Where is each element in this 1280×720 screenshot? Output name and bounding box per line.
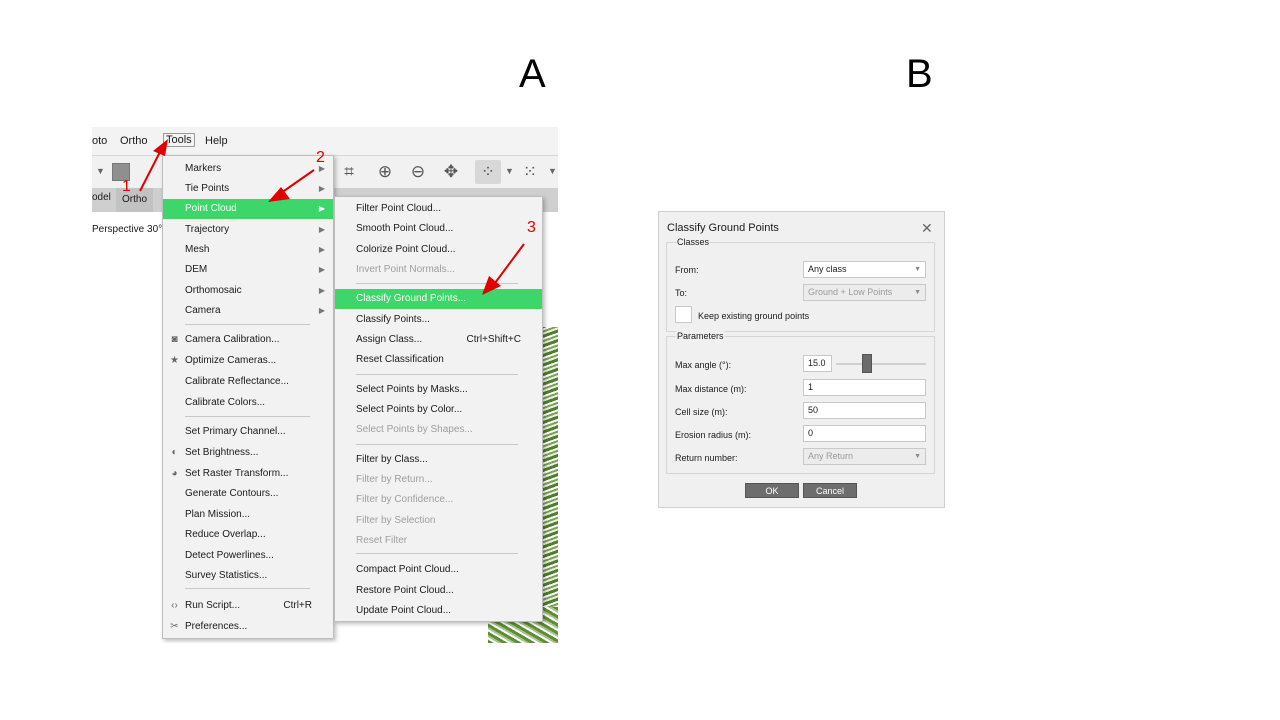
return-number-value: Any Return	[808, 451, 854, 461]
to-value: Ground + Low Points	[808, 287, 893, 297]
return-number-dropdown[interactable]: Any Return ▼	[803, 448, 926, 465]
panel-label-b: B	[906, 52, 933, 96]
max-angle-label: Max angle (°):	[675, 360, 732, 370]
to-label: To:	[675, 288, 688, 298]
max-angle-slider-track[interactable]	[836, 363, 926, 365]
erosion-radius-label: Erosion radius (m):	[675, 430, 752, 440]
chevron-down-icon: ▼	[914, 266, 921, 273]
annotation-arrows	[139, 139, 525, 295]
annotation-arrow-1	[139, 147, 163, 192]
chevron-down-icon: ▼	[914, 453, 921, 460]
classify-ground-points-dialog: Classify Ground Points ✕ Classes From: A…	[658, 211, 945, 508]
parameters-group-title: Parameters	[676, 331, 725, 341]
cell-size-field[interactable]: 50	[803, 402, 926, 419]
max-angle-slider-handle[interactable]	[862, 354, 872, 373]
erosion-radius-field[interactable]: 0	[803, 425, 926, 442]
chevron-down-icon: ▼	[914, 289, 921, 296]
to-dropdown[interactable]: Ground + Low Points ▼	[803, 284, 926, 301]
classes-group-title: Classes	[676, 237, 711, 247]
ok-button[interactable]: OK	[745, 483, 799, 498]
cancel-button[interactable]: Cancel	[803, 483, 857, 498]
max-angle-field[interactable]: 15.0	[803, 355, 832, 372]
close-icon[interactable]: ✕	[921, 220, 933, 237]
annotation-arrow-3	[491, 243, 525, 288]
max-distance-label: Max distance (m):	[675, 384, 747, 394]
panel-label-a: A	[519, 52, 546, 96]
annotation-number-2: 2	[316, 149, 325, 166]
app-window-screenshot: oto Ortho Tools Help ▼ ⌗ ⊕ ⊖ ✥ ⁘ ▼ ⁙ ▼ o…	[92, 127, 558, 643]
dialog-title: Classify Ground Points	[667, 222, 779, 234]
from-value: Any class	[808, 264, 847, 274]
max-distance-field[interactable]: 1	[803, 379, 926, 396]
annotation-arrowhead-1	[153, 139, 168, 156]
annotation-arrow-2	[280, 169, 315, 194]
annotation-number-1: 1	[122, 178, 131, 195]
cell-size-label: Cell size (m):	[675, 407, 728, 417]
keep-ground-points-checkbox[interactable]	[675, 306, 692, 323]
return-number-label: Return number:	[675, 453, 738, 463]
from-label: From:	[675, 265, 699, 275]
keep-ground-points-label: Keep existing ground points	[698, 311, 810, 321]
from-dropdown[interactable]: Any class ▼	[803, 261, 926, 278]
annotation-number-3: 3	[527, 219, 536, 236]
